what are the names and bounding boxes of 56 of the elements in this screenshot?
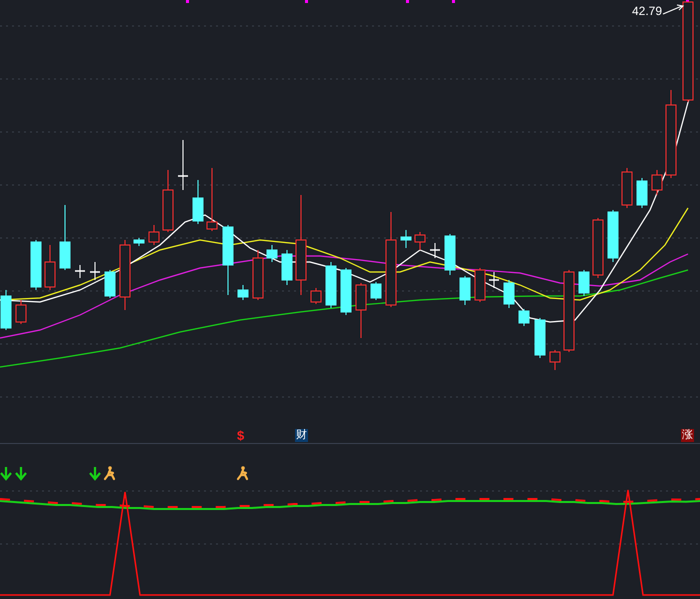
candle xyxy=(206,168,218,232)
candle xyxy=(120,240,130,310)
candle xyxy=(518,308,530,326)
tick-mark xyxy=(406,0,409,3)
dollar-marker: $ xyxy=(237,429,244,442)
candle xyxy=(608,210,618,262)
candle xyxy=(489,272,499,288)
candle xyxy=(340,268,352,316)
candle xyxy=(652,170,662,196)
down-arrow-icon xyxy=(15,467,27,481)
candle xyxy=(622,168,632,208)
tick-mark xyxy=(186,0,189,3)
candle xyxy=(282,250,292,286)
candle xyxy=(148,224,160,246)
candle xyxy=(162,170,174,232)
candle xyxy=(192,180,204,224)
candle xyxy=(104,270,116,298)
candle xyxy=(252,250,264,300)
candle xyxy=(534,318,546,358)
candle xyxy=(30,240,42,290)
candle xyxy=(370,282,382,300)
candle xyxy=(44,244,56,290)
candle xyxy=(75,264,85,278)
candle xyxy=(578,270,590,296)
candle xyxy=(504,280,514,308)
candle xyxy=(266,244,278,262)
candle xyxy=(90,262,100,280)
candle xyxy=(474,268,486,302)
candle xyxy=(444,234,456,276)
candle xyxy=(134,238,144,246)
candle xyxy=(238,284,248,300)
down-arrow-icon xyxy=(89,467,101,481)
candle xyxy=(60,204,70,270)
rise-marker: 涨 xyxy=(681,429,694,442)
runner-icon xyxy=(236,466,250,481)
candle xyxy=(400,230,412,248)
candle xyxy=(550,350,560,370)
candle xyxy=(636,178,648,208)
candle xyxy=(356,282,366,338)
down-arrow-icon xyxy=(0,467,12,481)
candle xyxy=(222,224,234,296)
candle xyxy=(16,300,26,324)
candle xyxy=(430,242,440,258)
pointer-arrow-icon xyxy=(662,4,684,14)
candle xyxy=(592,218,604,278)
tick-mark xyxy=(452,0,455,3)
candle xyxy=(326,262,336,308)
high-price-label: 42.79 xyxy=(632,3,662,20)
tick-mark xyxy=(305,0,308,3)
candle xyxy=(178,140,188,190)
candle xyxy=(310,288,322,304)
candle xyxy=(460,276,470,306)
finance-marker: 财 xyxy=(295,429,308,442)
candle xyxy=(414,232,426,250)
runner-icon xyxy=(103,466,117,481)
candle xyxy=(0,290,12,330)
